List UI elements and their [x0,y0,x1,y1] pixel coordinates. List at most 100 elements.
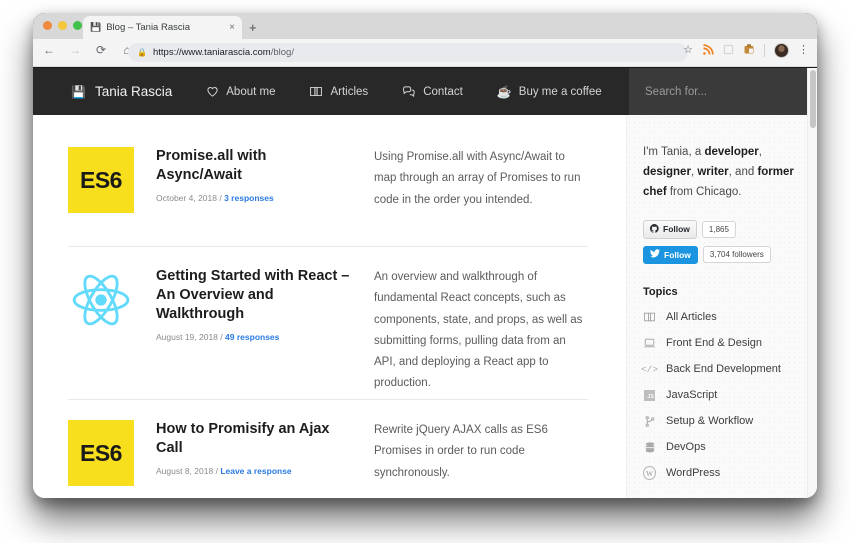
search-container[interactable] [629,68,817,115]
coffee-icon: ☕ [496,84,512,99]
page-body: ES6 Promise.all with Async/Await October… [33,115,817,498]
bio-text: I'm Tania, a developer, designer, writer… [643,142,801,202]
tab-title: Blog – Tania Rascia [106,22,191,33]
post-responses-link[interactable]: Leave a response [220,466,291,476]
topic-label: Front End & Design [666,337,762,350]
nav-label: Articles [330,85,369,98]
nav-label: Contact [423,85,463,98]
address-bar[interactable]: 🔒 https://www.taniarascia.com/blog/ [128,43,688,62]
meta-separator: / [219,192,222,203]
close-icon[interactable]: × [229,22,235,33]
nav-item-about-me[interactable]: About me [206,85,275,98]
scrollbar-thumb[interactable] [810,70,816,128]
book-icon [643,311,656,324]
bio-part: I'm Tania, a [643,146,705,158]
post-excerpt: Rewrite jQuery AJAX calls as ES6 Promise… [374,424,548,479]
post-date: August 19, 2018 [156,331,218,342]
post-thumbnail-es6: ES6 [68,147,134,213]
bio-bold: developer [704,146,759,158]
topic-item-all-articles[interactable]: All Articles [643,311,801,324]
bio-bold: designer [643,166,691,179]
topic-label: All Articles [666,311,717,324]
nav-item-buy-me-a-coffee[interactable]: ☕ Buy me a coffee [497,86,602,98]
topic-item-devops[interactable]: DevOps [643,441,801,454]
post-title[interactable]: Promise.all with Async/Await [156,147,352,185]
sidebar: I'm Tania, a developer, designer, writer… [626,115,817,498]
nav-label: Buy me a coffee [518,85,602,98]
new-tab-button[interactable]: + [249,21,257,34]
topic-label: DevOps [666,441,706,454]
address-bar-text: https://www.taniarascia.com/blog/ [153,47,294,58]
post-divider [68,399,588,400]
menu-icon[interactable]: ⋮ [798,45,809,56]
browser-tab[interactable]: 💾 Blog – Tania Rascia × [83,16,242,39]
bookmark-star-icon[interactable]: ☆ [683,45,693,56]
twitter-follow-button[interactable]: Follow [643,245,698,264]
post-excerpt: Using Promise.all with Async/Await to ma… [374,151,581,206]
toolbar-actions: ☆ ⋮ [683,43,809,58]
post-title[interactable]: Getting Started with React – An Overview… [156,267,352,324]
github-follow-button[interactable]: Follow [643,220,697,239]
meta-separator: / [220,331,223,342]
twitter-follow-row: Follow 3,704 followers [643,245,801,264]
extension-icon[interactable] [723,44,734,58]
post-thumbnail-es6: ES6 [68,420,134,486]
post-meta: August 8, 2018 / Leave a response [156,466,352,476]
bio-part: , and [728,166,758,179]
code-icon: </> [640,363,659,375]
post-info: Promise.all with Async/Await October 4, … [156,147,352,213]
topic-item-front-end-design[interactable]: Front End & Design [643,337,801,350]
post-meta: August 19, 2018 / 49 responses [156,332,352,342]
minimize-window-button[interactable] [58,21,67,30]
search-input[interactable] [643,84,797,99]
forward-icon[interactable]: → [69,44,81,56]
git-branch-icon [643,415,656,428]
database-icon [643,441,656,454]
post-info: Getting Started with React – An Overview… [156,267,352,395]
nav-item-contact[interactable]: Contact [402,85,463,98]
post-item[interactable]: ES6 Promise.all with Async/Await October… [68,147,588,213]
navigation-buttons: ← → ⟳ ⌂ [43,44,133,56]
nav-item-articles[interactable]: Articles [309,85,368,98]
page-scrollbar[interactable] [807,68,817,498]
post-list: ES6 Promise.all with Async/Await October… [33,115,626,498]
browser-toolbar: ← → ⟳ ⌂ 🔒 https://www.taniarascia.com/bl… [33,39,817,67]
github-follower-count[interactable]: 1,865 [701,221,736,238]
bio-part: from Chicago. [666,186,742,199]
topic-item-javascript[interactable]: JS JavaScript [643,389,801,402]
maximize-window-button[interactable] [73,21,82,30]
meta-separator: / [215,465,218,476]
post-item[interactable]: ES6 How to Promisify an Ajax Call August… [68,420,588,486]
toolbar-divider [764,44,765,57]
rss-icon[interactable] [702,43,714,58]
topic-label: JavaScript [666,389,718,402]
github-icon [649,223,659,235]
post-title[interactable]: How to Promisify an Ajax Call [156,420,352,458]
github-follow-row: Follow 1,865 [643,220,801,239]
post-thumbnail-react [68,267,134,333]
site-brand[interactable]: 💾 Tania Rascia [71,84,172,99]
post-meta: October 4, 2018 / 3 responses [156,193,352,203]
post-divider [68,246,588,247]
bio-bold: writer [697,166,729,179]
reload-icon[interactable]: ⟳ [95,44,107,56]
topic-item-setup-workflow[interactable]: Setup & Workflow [643,415,801,428]
profile-avatar[interactable] [774,43,789,58]
post-responses-link[interactable]: 49 responses [225,332,279,342]
topic-item-wordpress[interactable]: W WordPress [643,466,801,481]
post-date: October 4, 2018 [156,192,217,203]
twitter-follower-count[interactable]: 3,704 followers [702,246,771,263]
topic-item-back-end-development[interactable]: </> Back End Development [640,363,801,376]
laptop-icon [643,337,656,350]
extension-active-icon[interactable] [743,43,755,58]
back-icon[interactable]: ← [43,44,55,56]
post-responses-link[interactable]: 3 responses [224,193,274,203]
url-host: https://www.taniarascia.com [152,47,271,58]
brand-name: Tania Rascia [94,84,173,99]
floppy-disk-icon: 💾 [90,22,102,32]
post-item[interactable]: Getting Started with React – An Overview… [68,267,588,395]
close-window-button[interactable] [43,21,52,30]
js-icon: JS [643,389,656,402]
lock-icon: 🔒 [137,47,147,57]
topic-label: Setup & Workflow [666,415,754,428]
